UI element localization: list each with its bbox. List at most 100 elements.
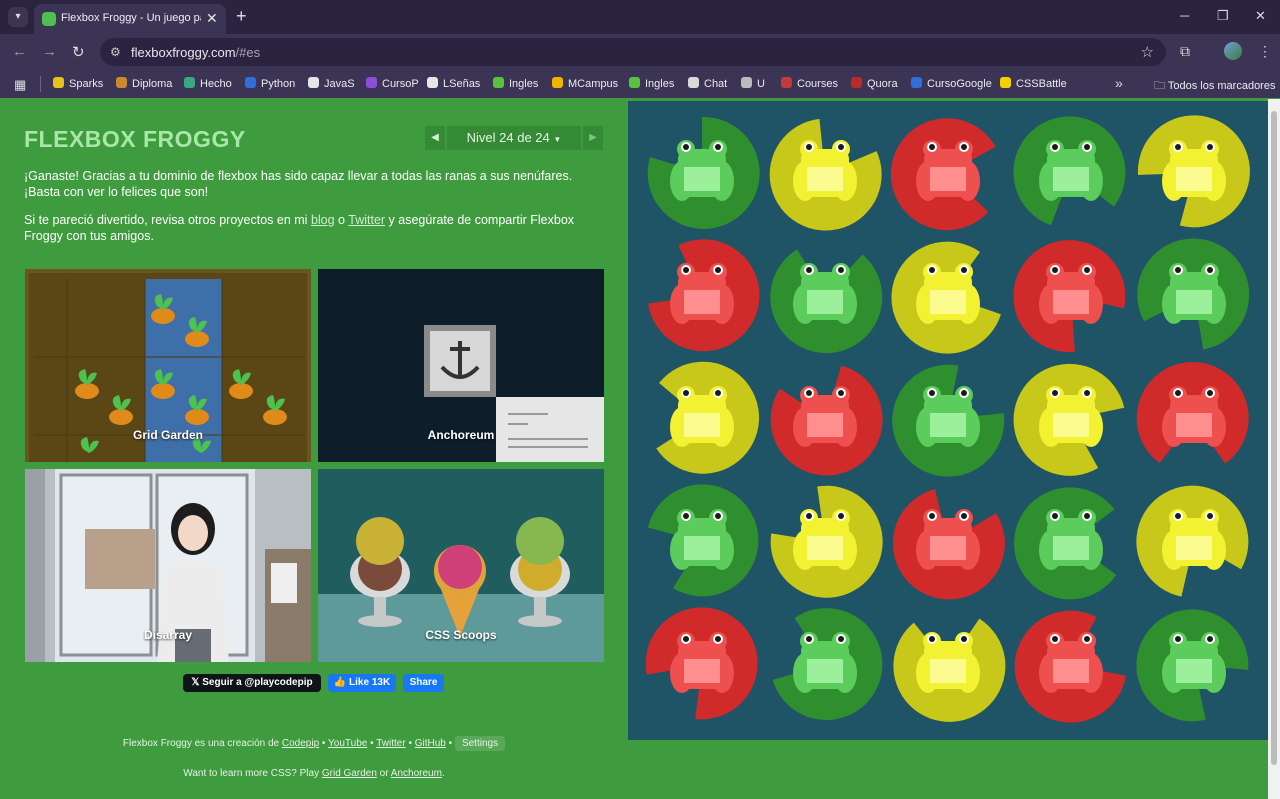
bookmark-item[interactable]: U [741,77,765,90]
bookmark-label: Ingles [645,78,675,90]
chevron-down-icon: ▼ [553,135,562,144]
blog-link[interactable]: blog [311,213,335,227]
bookmark-label: Quora [867,78,898,90]
frog-icon [893,618,1006,722]
apps-grid-icon[interactable]: ▦ [14,77,26,93]
bookmark-item[interactable]: Ingles [629,77,674,90]
level-dropdown[interactable]: Nivel 24 de 24 ▼ [447,126,581,150]
bookmark-favicon-icon [781,77,792,88]
red-frog-on-lilypad [765,359,885,484]
frog-icon [1014,487,1117,600]
facebook-share-button[interactable]: Share [403,674,444,692]
facebook-like-button[interactable]: 👍 Like 13K [328,674,396,692]
grid-garden-link[interactable]: Grid Garden [322,768,377,779]
bookmark-item[interactable]: Quora [851,77,898,90]
footer-more-games: Want to learn more CSS? Play Grid Garden… [183,768,445,779]
active-tab[interactable]: Flexbox Froggy - Un juego para ✕ [34,4,226,34]
bookmark-favicon-icon [851,77,862,88]
anchoreum-card[interactable]: Anchoreum [318,269,604,462]
grid-garden-card[interactable]: Grid Garden [25,269,311,462]
forward-arrow-icon[interactable]: → [42,43,57,60]
bookmark-item[interactable]: CursoGoogle [911,77,992,90]
youtube-link[interactable]: YouTube [328,738,367,749]
bookmark-favicon-icon [1000,77,1011,88]
red-frog-on-lilypad [642,605,762,730]
bookmark-item[interactable]: JavaS [308,77,355,90]
disarray-card[interactable]: Disarray [25,469,311,662]
bookmark-label: MCampus [568,78,619,90]
css-scoops-card[interactable]: CSS Scoops [318,469,604,662]
frog-icon [647,116,760,229]
bookmark-item[interactable]: Diploma [116,77,172,90]
bookmark-item[interactable]: CSSBattle [1000,77,1067,90]
more-bookmarks-icon[interactable]: » [1115,75,1123,91]
bookmark-item[interactable]: Ingles [493,77,538,90]
bookmark-favicon-icon [741,77,752,88]
bookmark-item[interactable]: Chat [688,77,727,90]
reload-icon[interactable]: ↻ [72,43,85,61]
bookmark-label: Courses [797,78,838,90]
green-frog-on-lilypad [1134,605,1254,730]
bookmarks-divider [40,76,41,92]
bookmark-favicon-icon [366,77,377,88]
bookmark-item[interactable]: LSeñas [427,77,480,90]
yellow-frog-on-lilypad [765,113,885,238]
bookmark-favicon-icon [629,77,640,88]
minimize-icon[interactable]: ─ [1180,8,1189,23]
menu-dots-icon[interactable]: ⋮ [1258,43,1272,60]
site-info-icon[interactable]: ⚙ [110,45,121,59]
yellow-frog-on-lilypad [888,605,1008,730]
close-tab-icon[interactable]: ✕ [206,10,218,27]
page-scrollbar[interactable] [1268,99,1280,799]
back-arrow-icon[interactable]: ← [12,43,27,60]
github-link[interactable]: GitHub [415,738,446,749]
next-level-button[interactable]: ▶ [583,126,603,150]
frog-icon [1136,485,1249,597]
tab-search-button[interactable]: ▾ [8,7,28,27]
prev-level-button[interactable]: ◀ [425,126,445,150]
bookmark-item[interactable]: Courses [781,77,838,90]
twitter-link[interactable]: Twitter [348,213,385,227]
win-message: ¡Ganaste! Gracias a tu dominio de flexbo… [24,169,573,199]
anchoreum-link[interactable]: Anchoreum [391,768,442,779]
settings-button[interactable]: Settings [454,736,506,751]
url-text[interactable]: flexboxfroggy.com/#es [131,45,260,60]
bookmark-favicon-icon [116,77,127,88]
frog-icon [656,361,760,474]
profile-avatar[interactable] [1224,42,1242,60]
green-frog-on-lilypad [1134,236,1254,361]
new-tab-button[interactable]: + [236,6,247,27]
bookmark-item[interactable]: Hecho [184,77,232,90]
yellow-frog-on-lilypad [765,482,885,607]
close-window-icon[interactable]: ✕ [1255,8,1266,24]
twitter-follow-button[interactable]: 𝕏 Seguir a @playcodepip [183,674,321,692]
bookmark-star-icon[interactable]: ☆ [1141,43,1154,61]
red-frog-on-lilypad [888,482,1008,607]
tab-bar: ▾ Flexbox Froggy - Un juego para ✕ + ─ ❐… [0,0,1280,34]
bookmark-item[interactable]: Python [245,77,295,90]
bookmark-label: Python [261,78,296,90]
red-frog-on-lilypad [642,236,762,361]
bookmark-item[interactable]: MCampus [552,77,618,90]
address-bar[interactable]: ⚙ flexboxfroggy.com/#es ☆ [100,38,1166,66]
frog-icon [1013,363,1125,476]
green-frog-on-lilypad [642,482,762,607]
extensions-icon[interactable]: ⧉ [1180,43,1190,60]
all-bookmarks-folder[interactable]: 🗀 Todos los marcadores [1154,77,1275,96]
bookmark-item[interactable]: Sparks [53,77,103,90]
maximize-icon[interactable]: ❐ [1217,8,1229,24]
yellow-frog-on-lilypad [888,236,1008,361]
game-logo: FLEXBOX FROGGY [24,126,246,152]
frog-icon [892,489,1005,600]
frog-icon [1136,361,1249,464]
codepip-link[interactable]: Codepip [282,738,319,749]
footer-twitter-link[interactable]: Twitter [376,738,405,749]
red-frog-on-lilypad [888,113,1008,238]
bookmark-item[interactable]: CursoP [366,77,419,90]
pond-board [628,101,1268,740]
bookmark-favicon-icon [911,77,922,88]
frog-icon [1137,115,1250,228]
frog-icon [890,118,996,231]
bookmark-label: CursoGoogle [927,78,992,90]
scroll-thumb[interactable] [1271,111,1277,765]
